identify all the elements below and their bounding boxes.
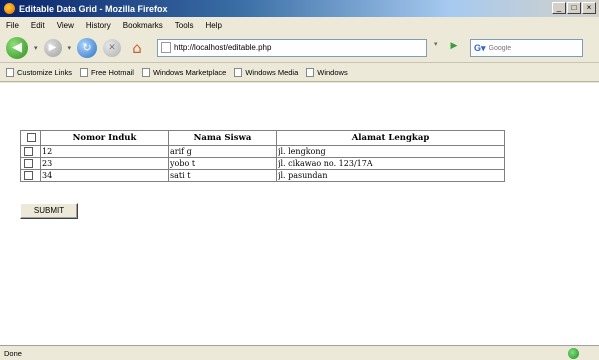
search-input[interactable] xyxy=(488,44,569,52)
row-checkbox[interactable] xyxy=(24,158,33,168)
menu-help[interactable]: Help xyxy=(205,21,221,30)
nama-siswa-input[interactable] xyxy=(170,159,275,168)
table-header-row: Nomor Induk Nama Siswa Alamat Lengkap xyxy=(20,130,505,146)
alamat-lengkap-input[interactable] xyxy=(278,171,503,180)
reload-button[interactable]: ↻ xyxy=(77,37,98,58)
menu-tools[interactable]: Tools xyxy=(175,21,194,30)
maximize-button[interactable]: □ xyxy=(567,2,581,14)
select-all-checkbox[interactable] xyxy=(27,133,36,142)
status-bar: Done xyxy=(0,345,599,360)
nama-siswa-cell[interactable] xyxy=(168,145,277,158)
menu-file[interactable]: File xyxy=(6,21,19,30)
row-checkbox[interactable] xyxy=(24,170,33,180)
bookmark-page-icon xyxy=(6,68,14,77)
bookmark-windows-marketplace[interactable]: Windows Marketplace xyxy=(141,68,226,77)
status-indicator-icon xyxy=(568,348,579,359)
submit-button[interactable]: SUBMIT xyxy=(20,203,78,219)
go-button[interactable]: ▶ xyxy=(447,39,461,53)
page-icon xyxy=(161,42,172,53)
back-button[interactable]: ◀ xyxy=(6,36,28,59)
menu-view[interactable]: View xyxy=(57,21,74,30)
nama-siswa-cell[interactable] xyxy=(168,157,277,170)
header-nomor-induk: Nomor Induk xyxy=(40,130,169,146)
row-checkbox-cell xyxy=(20,157,41,170)
window-titlebar: Editable Data Grid - Mozilla Firefox _ □… xyxy=(0,0,599,17)
status-text: Done xyxy=(4,348,22,358)
nama-siswa-input[interactable] xyxy=(170,171,275,180)
nomor-induk-cell[interactable] xyxy=(40,169,169,182)
row-checkbox[interactable] xyxy=(24,146,33,156)
table-row xyxy=(20,157,505,170)
alamat-lengkap-cell[interactable] xyxy=(276,157,505,170)
menu-bookmarks[interactable]: Bookmarks xyxy=(123,21,163,30)
bookmark-page-icon xyxy=(80,68,89,77)
url-input[interactable] xyxy=(174,43,405,52)
bookmark-page-icon xyxy=(234,68,243,77)
search-box[interactable]: G▾ xyxy=(470,39,583,57)
menu-history[interactable]: History xyxy=(86,21,111,30)
alamat-lengkap-input[interactable] xyxy=(278,159,503,168)
alamat-lengkap-cell[interactable] xyxy=(276,145,505,158)
forward-history-dropdown-icon[interactable]: ▾ xyxy=(68,44,72,52)
bookmarks-toolbar: Customize Links Free Hotmail Windows Mar… xyxy=(0,64,599,82)
url-history-dropdown-icon[interactable]: ▾ xyxy=(434,40,438,48)
nama-siswa-input[interactable] xyxy=(170,147,275,156)
bookmark-free-hotmail[interactable]: Free Hotmail xyxy=(80,68,134,77)
menu-edit[interactable]: Edit xyxy=(31,21,45,30)
bookmark-page-icon xyxy=(141,68,150,77)
alamat-lengkap-cell[interactable] xyxy=(276,169,505,182)
data-grid-table: Nomor Induk Nama Siswa Alamat Lengkap xyxy=(20,130,505,182)
menu-bar: File Edit View History Bookmarks Tools H… xyxy=(0,17,599,33)
bookmark-page-icon xyxy=(306,68,315,77)
table-row xyxy=(20,145,505,158)
bookmark-windows[interactable]: Windows xyxy=(306,68,348,77)
row-checkbox-cell xyxy=(20,145,41,158)
window-controls: _ □ × xyxy=(552,2,596,14)
nomor-induk-input[interactable] xyxy=(42,171,167,180)
window-title: Editable Data Grid - Mozilla Firefox xyxy=(19,3,168,14)
nomor-induk-input[interactable] xyxy=(42,159,167,168)
google-search-engine-icon[interactable]: G▾ xyxy=(474,43,486,54)
close-button[interactable]: × xyxy=(582,2,596,14)
stop-button[interactable]: ✕ xyxy=(103,38,122,57)
select-all-header xyxy=(20,130,41,146)
nomor-induk-cell[interactable] xyxy=(40,145,169,158)
page-content: Nomor Induk Nama Siswa Alamat Lengkap SU… xyxy=(0,83,599,345)
forward-button[interactable]: ▶ xyxy=(43,38,62,57)
table-row xyxy=(20,169,505,182)
back-history-dropdown-icon[interactable]: ▾ xyxy=(34,44,38,52)
firefox-logo-icon xyxy=(4,3,15,14)
nomor-induk-input[interactable] xyxy=(42,147,167,156)
minimize-button[interactable]: _ xyxy=(552,2,566,14)
home-button[interactable]: ⌂ xyxy=(127,38,147,58)
address-bar[interactable] xyxy=(157,38,428,57)
nomor-induk-cell[interactable] xyxy=(40,157,169,170)
alamat-lengkap-input[interactable] xyxy=(278,147,503,156)
bookmark-customize-links[interactable]: Customize Links xyxy=(6,68,72,77)
header-alamat-lengkap: Alamat Lengkap xyxy=(276,130,505,146)
nama-siswa-cell[interactable] xyxy=(168,169,277,182)
header-nama-siswa: Nama Siswa xyxy=(168,130,277,146)
row-checkbox-cell xyxy=(20,169,41,182)
bookmark-windows-media[interactable]: Windows Media xyxy=(234,68,298,77)
